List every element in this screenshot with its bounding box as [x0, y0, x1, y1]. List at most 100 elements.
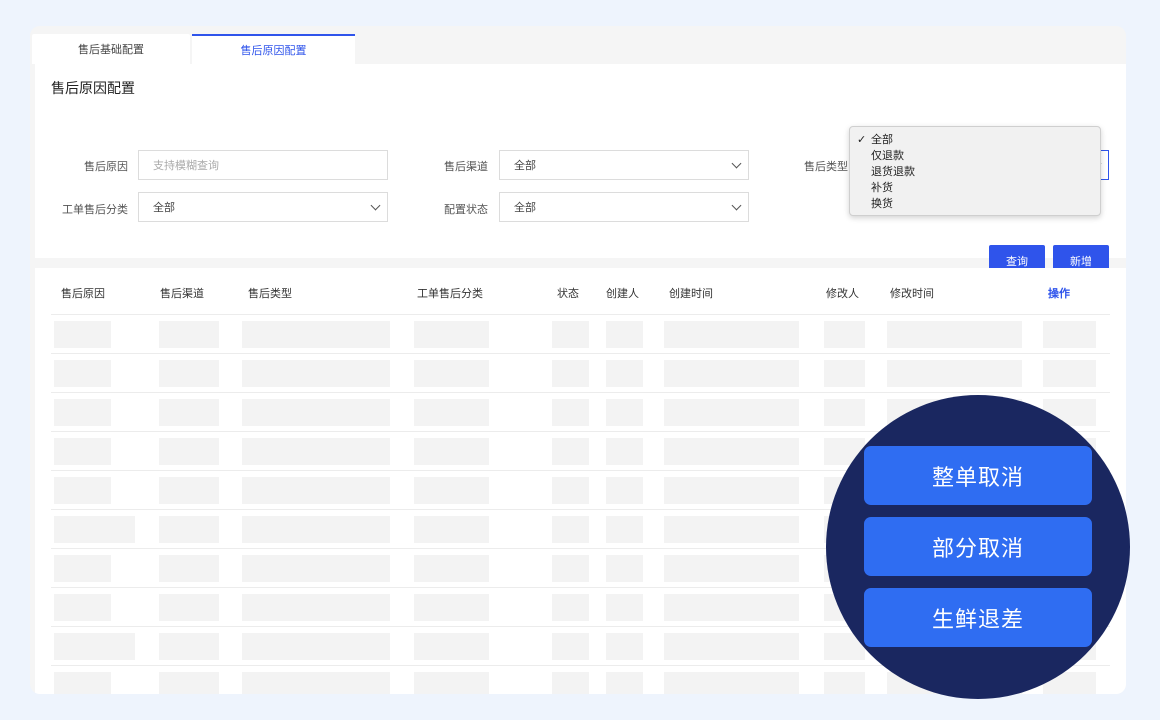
skeleton-cell	[54, 633, 135, 660]
skeleton-cell	[552, 438, 589, 465]
skeleton-cell	[552, 516, 589, 543]
type-dropdown-menu[interactable]: ✓ 全部 仅退款 退货退款 补货 换货	[849, 126, 1101, 216]
skeleton-cell	[1043, 360, 1096, 387]
skeleton-cell	[242, 594, 390, 621]
skeleton-cell	[664, 360, 799, 387]
skeleton-cell	[54, 594, 111, 621]
chevron-down-icon	[370, 200, 381, 211]
skeleton-cell	[606, 321, 643, 348]
skeleton-cell	[664, 321, 799, 348]
skeleton-cell	[242, 516, 390, 543]
skeleton-cell	[54, 438, 111, 465]
channel-label: 售后渠道	[444, 160, 488, 173]
skeleton-cell	[242, 438, 390, 465]
partial-cancel-button[interactable]: 部分取消	[864, 517, 1092, 576]
column-header: 售后原因	[61, 287, 105, 300]
skeleton-cell	[606, 399, 643, 426]
skeleton-cell	[414, 516, 489, 543]
skeleton-cell	[414, 672, 489, 694]
status-select[interactable]: 全部	[499, 192, 749, 222]
dropdown-option[interactable]: ✓ 全部	[850, 132, 1100, 148]
skeleton-cell	[414, 438, 489, 465]
skeleton-cell	[159, 360, 219, 387]
skeleton-cell	[159, 477, 219, 504]
skeleton-cell	[606, 477, 643, 504]
skeleton-cell	[824, 672, 865, 694]
skeleton-cell	[552, 399, 589, 426]
skeleton-cell	[414, 321, 489, 348]
skeleton-cell	[606, 594, 643, 621]
column-header: 创建人	[606, 287, 639, 300]
channel-select[interactable]: 全部	[499, 150, 749, 180]
skeleton-cell	[664, 633, 799, 660]
skeleton-cell	[606, 438, 643, 465]
row-divider	[51, 353, 1110, 354]
skeleton-cell	[552, 360, 589, 387]
page-title: 售后原因配置	[51, 81, 135, 97]
skeleton-cell	[414, 594, 489, 621]
skeleton-cell	[242, 360, 390, 387]
column-header: 修改时间	[890, 287, 934, 300]
skeleton-cell	[552, 594, 589, 621]
skeleton-cell	[159, 594, 219, 621]
fresh-price-refund-button[interactable]: 生鲜退差	[864, 588, 1092, 647]
skeleton-cell	[242, 399, 390, 426]
column-header: 状态	[557, 287, 579, 300]
skeleton-cell	[552, 477, 589, 504]
skeleton-cell	[664, 555, 799, 582]
skeleton-cell	[159, 399, 219, 426]
reason-input[interactable]: 支持模糊查询	[138, 150, 388, 180]
skeleton-cell	[887, 321, 1022, 348]
skeleton-cell	[54, 555, 111, 582]
skeleton-cell	[242, 555, 390, 582]
skeleton-cell	[552, 633, 589, 660]
skeleton-cell	[54, 477, 111, 504]
skeleton-cell	[414, 477, 489, 504]
column-header: 售后类型	[248, 287, 292, 300]
dropdown-option[interactable]: 仅退款	[850, 148, 1100, 164]
category-select-value: 全部	[153, 201, 175, 214]
dropdown-option[interactable]: 补货	[850, 180, 1100, 196]
column-header-actions: 操作	[1048, 287, 1070, 300]
tab-basic-config[interactable]: 售后基础配置	[32, 34, 190, 64]
skeleton-cell	[1043, 321, 1096, 348]
skeleton-cell	[664, 516, 799, 543]
skeleton-cell	[54, 360, 111, 387]
skeleton-cell	[159, 555, 219, 582]
category-label: 工单售后分类	[62, 203, 128, 216]
dropdown-option-label: 全部	[871, 133, 893, 146]
skeleton-cell	[664, 477, 799, 504]
skeleton-cell	[606, 555, 643, 582]
chevron-down-icon	[731, 158, 742, 169]
skeleton-cell	[606, 633, 643, 660]
chevron-down-icon	[731, 200, 742, 211]
status-label: 配置状态	[444, 203, 488, 216]
skeleton-cell	[54, 321, 111, 348]
skeleton-cell	[606, 516, 643, 543]
dropdown-option[interactable]: 换货	[850, 196, 1100, 212]
skeleton-cell	[54, 399, 111, 426]
skeleton-cell	[242, 672, 390, 694]
skeleton-cell	[552, 672, 589, 694]
skeleton-cell	[414, 360, 489, 387]
skeleton-cell	[159, 672, 219, 694]
full-cancel-button[interactable]: 整单取消	[864, 446, 1092, 505]
row-divider	[51, 314, 1110, 315]
tab-reason-config[interactable]: 售后原因配置	[192, 34, 355, 64]
skeleton-cell	[664, 438, 799, 465]
skeleton-cell	[887, 360, 1022, 387]
skeleton-cell	[552, 321, 589, 348]
skeleton-cell	[242, 321, 390, 348]
category-select[interactable]: 全部	[138, 192, 388, 222]
skeleton-cell	[606, 672, 643, 694]
skeleton-cell	[552, 555, 589, 582]
skeleton-cell	[606, 360, 643, 387]
skeleton-cell	[824, 321, 865, 348]
skeleton-cell	[824, 360, 865, 387]
skeleton-cell	[159, 633, 219, 660]
row-divider	[51, 392, 1110, 393]
skeleton-cell	[414, 399, 489, 426]
skeleton-cell	[54, 672, 111, 694]
dropdown-option[interactable]: 退货退款	[850, 164, 1100, 180]
skeleton-cell	[664, 672, 799, 694]
